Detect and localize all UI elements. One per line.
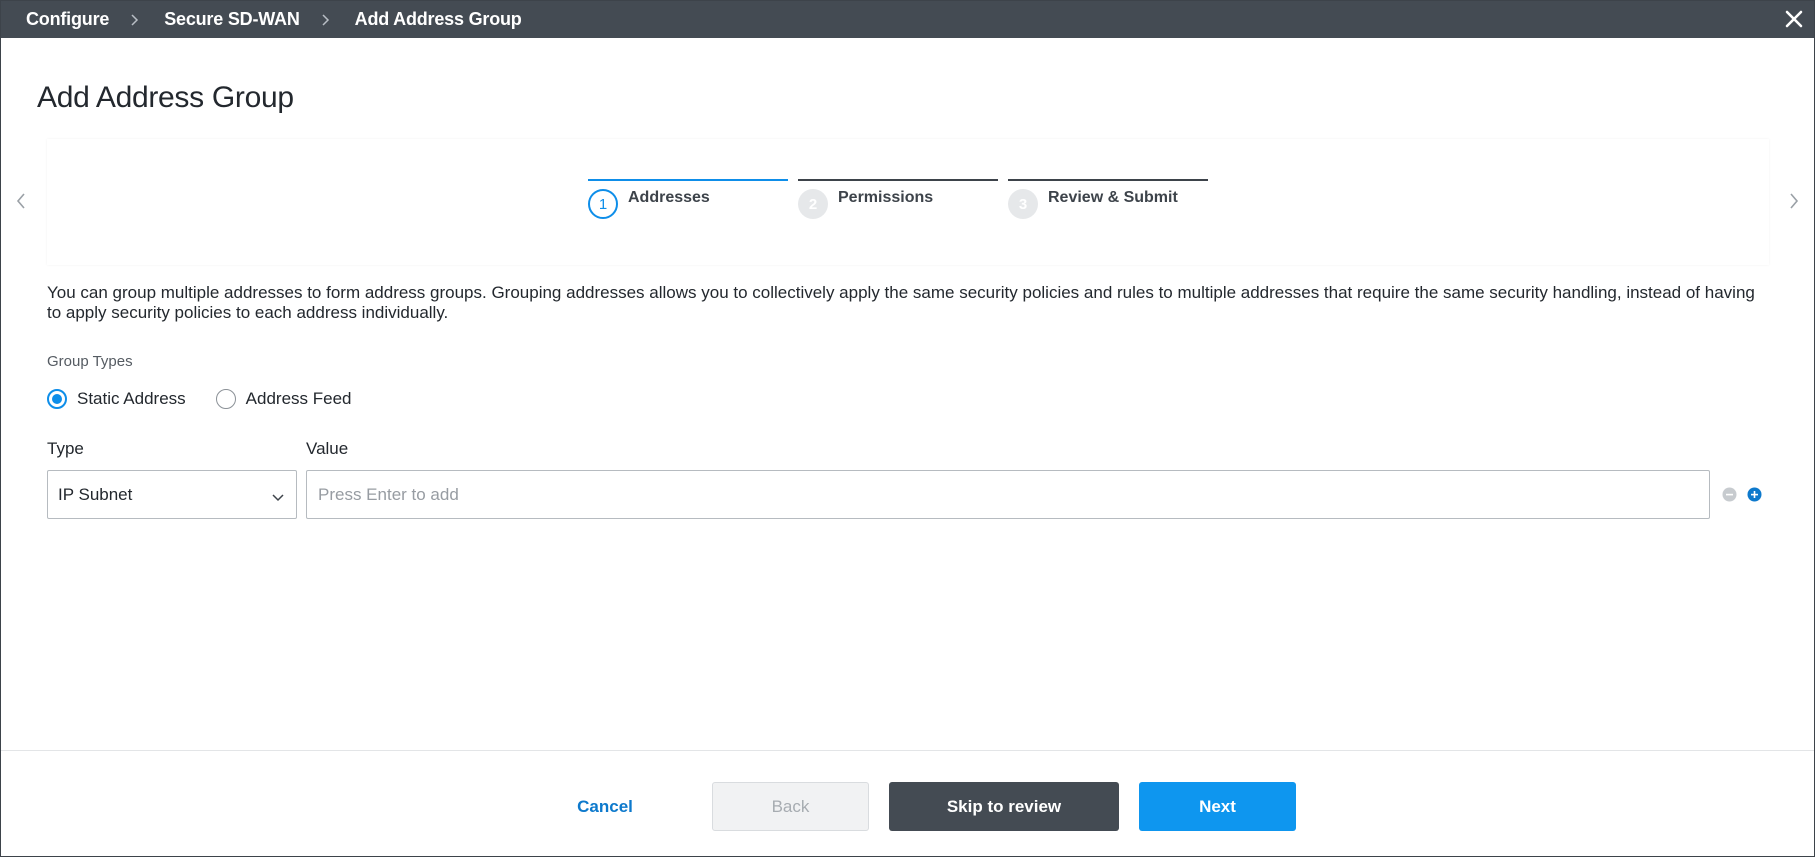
- chevron-right-icon: [131, 13, 139, 26]
- close-icon[interactable]: [1784, 9, 1804, 29]
- step-number: 3: [1008, 189, 1038, 219]
- breadcrumb: Configure Secure SD-WAN Add Address Grou…: [1, 1, 522, 38]
- footer-divider: [1, 750, 1814, 751]
- radio-label: Static Address: [77, 389, 186, 408]
- breadcrumb-configure[interactable]: Configure: [26, 9, 109, 30]
- cancel-button[interactable]: Cancel: [559, 782, 651, 831]
- step-permissions[interactable]: 2 Permissions: [798, 179, 998, 219]
- chevron-left-icon[interactable]: [14, 191, 28, 211]
- group-types-radio-group: Static Address Address Feed: [47, 389, 382, 409]
- description-text: You can group multiple addresses to form…: [47, 283, 1755, 322]
- type-select[interactable]: IP Subnet: [47, 470, 297, 519]
- chevron-right-icon: [322, 13, 330, 26]
- step-addresses[interactable]: 1 Addresses: [588, 179, 788, 219]
- skip-to-review-button[interactable]: Skip to review: [889, 782, 1119, 831]
- next-button[interactable]: Next: [1139, 782, 1296, 831]
- value-input[interactable]: [306, 470, 1710, 519]
- add-row-icon[interactable]: [1747, 487, 1762, 502]
- step-label: Review & Submit: [1048, 189, 1178, 206]
- step-review-submit[interactable]: 3 Review & Submit: [1008, 179, 1208, 219]
- group-types-label: Group Types: [47, 353, 133, 370]
- chevron-right-icon[interactable]: [1787, 191, 1801, 211]
- radio-label: Address Feed: [245, 389, 352, 408]
- step-label: Addresses: [628, 189, 710, 206]
- top-bar: Configure Secure SD-WAN Add Address Grou…: [1, 1, 1814, 38]
- step-number: 2: [798, 189, 828, 219]
- remove-row-icon[interactable]: [1722, 487, 1737, 502]
- page-title: Add Address Group: [37, 81, 294, 114]
- radio-button-checked[interactable]: [47, 389, 67, 409]
- breadcrumb-add-address-group: Add Address Group: [354, 9, 522, 29]
- breadcrumb-secure-sd-wan[interactable]: Secure SD-WAN: [164, 9, 300, 30]
- type-label: Type: [47, 439, 84, 458]
- step-number: 1: [588, 189, 618, 219]
- type-select-value: IP Subnet: [58, 484, 133, 504]
- chevron-down-icon: [272, 489, 284, 507]
- radio-static-address[interactable]: Static Address: [47, 389, 186, 409]
- back-button[interactable]: Back: [712, 782, 869, 831]
- radio-address-feed[interactable]: Address Feed: [215, 389, 352, 409]
- step-label: Permissions: [838, 189, 934, 206]
- value-label: Value: [306, 439, 349, 458]
- radio-button[interactable]: [215, 389, 236, 409]
